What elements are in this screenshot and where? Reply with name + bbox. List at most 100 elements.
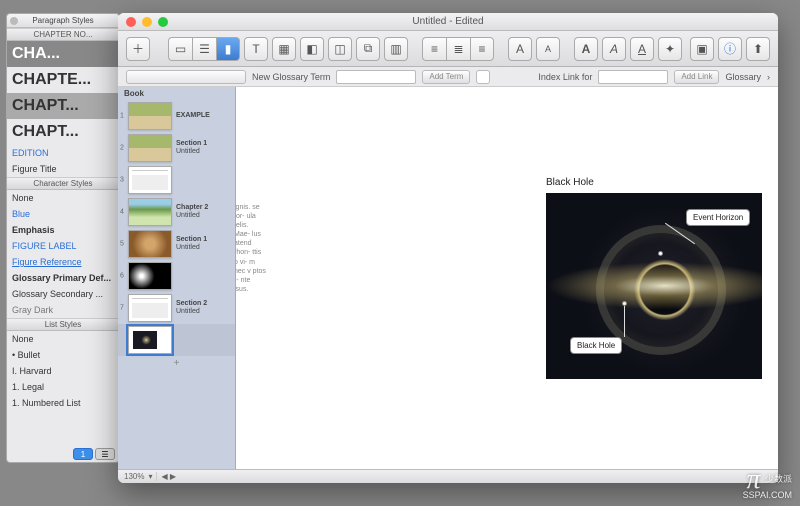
char-style-figure-ref[interactable]: Figure Reference — [7, 254, 119, 270]
para-style-row[interactable]: CHA... — [7, 41, 119, 67]
outline-page-item[interactable]: ▾1EXAMPLE — [118, 100, 235, 132]
font-bigger-icon[interactable]: A — [508, 37, 532, 61]
glossary-term-input[interactable] — [336, 70, 416, 84]
list-style-legal[interactable]: 1. Legal — [7, 379, 119, 395]
add-button[interactable]: ＋ — [126, 37, 150, 61]
shapes-icon[interactable]: ◧ — [300, 37, 324, 61]
outline-page-item[interactable]: ▾5Section 1Untitled — [118, 228, 235, 260]
para-style-edition[interactable]: EDITION — [7, 145, 119, 161]
style-underline-icon[interactable]: A — [630, 37, 654, 61]
pi-logo-icon: π — [746, 470, 760, 490]
page-outline-panel: ▾Book ▾1EXAMPLE▾2Section 1Untitled▾3▾4Ch… — [118, 87, 236, 469]
view-outline-icon[interactable]: ☰ — [192, 37, 216, 61]
para-style-figure-title[interactable]: Figure Title — [7, 161, 119, 177]
font-smaller-icon[interactable]: A — [536, 37, 560, 61]
figure-caption[interactable]: Black Hole — [546, 177, 594, 188]
page-nav[interactable]: ◀ ▶ — [156, 472, 180, 481]
effects-icon[interactable]: ✦ — [658, 37, 682, 61]
callout-black-hole[interactable]: Black Hole — [570, 337, 622, 354]
page-thumbnail[interactable] — [128, 294, 172, 322]
align-group: ≡ ≣ ≡ — [422, 37, 494, 61]
zoom-button[interactable] — [158, 17, 168, 27]
outline-page-item[interactable]: ▾2Section 1Untitled — [118, 132, 235, 164]
page-thumbnail[interactable] — [128, 102, 172, 130]
index-link-input[interactable] — [598, 70, 668, 84]
align-right-icon[interactable]: ≡ — [470, 37, 494, 61]
para-style-row[interactable]: CHAPT... — [7, 119, 119, 145]
palette-close-button[interactable] — [10, 17, 18, 25]
list-style-numbered[interactable]: 1. Numbered List — [7, 395, 119, 411]
char-style-glossary-primary[interactable]: Glossary Primary Def... — [7, 270, 119, 286]
char-style-figure-label[interactable]: FIGURE LABEL — [7, 238, 119, 254]
page-label: Section 1Untitled — [176, 236, 231, 251]
view-mode-group: ▭ ☰ ▮ — [168, 37, 240, 61]
palette-seg-count[interactable]: 1 — [73, 448, 93, 460]
publish-icon[interactable]: ⬆ — [746, 37, 770, 61]
list-style-bullet[interactable]: • Bullet — [7, 347, 119, 363]
text-box-icon[interactable]: T — [244, 37, 268, 61]
zoom-level[interactable]: 130% — [124, 472, 144, 481]
callout-anchor-dot[interactable] — [658, 251, 663, 256]
chart-icon[interactable]: ◫ — [328, 37, 352, 61]
align-center-icon[interactable]: ≣ — [446, 37, 470, 61]
page-thumbnail[interactable] — [128, 198, 172, 226]
align-left-icon[interactable]: ≡ — [422, 37, 446, 61]
page-number: 2 — [120, 145, 124, 152]
index-link-label: Index Link for — [538, 72, 592, 82]
para-style-row[interactable]: CHAPT... — [7, 93, 119, 119]
new-glossary-label: New Glossary Term — [252, 72, 330, 82]
outline-page-item[interactable]: ▾6 — [118, 260, 235, 292]
page-thumbnail[interactable] — [128, 326, 172, 354]
char-style-blue[interactable]: Blue — [7, 206, 119, 222]
add-link-button[interactable]: Add Link — [674, 70, 719, 84]
add-page-button[interactable]: + — [118, 356, 235, 371]
char-style-none[interactable]: None — [7, 190, 119, 206]
callout-anchor-dot[interactable] — [622, 301, 627, 306]
outline-page-item[interactable]: ▾ — [118, 324, 235, 356]
window-title: Untitled - Edited — [118, 13, 778, 31]
view-page-icon[interactable]: ▮ — [216, 37, 240, 61]
char-style-glossary-secondary[interactable]: Glossary Secondary ... — [7, 286, 119, 302]
chevron-right-icon[interactable]: › — [767, 72, 770, 82]
char-style-emphasis[interactable]: Emphasis — [7, 222, 119, 238]
document-canvas[interactable]: ignis. se tor- ula felis. Mae- lus atend… — [236, 87, 778, 469]
outline-page-item[interactable]: ▾7Section 2Untitled — [118, 292, 235, 324]
traffic-lights — [126, 17, 168, 27]
callout-leader — [624, 305, 625, 337]
callout-event-horizon[interactable]: Event Horizon — [686, 209, 750, 226]
chapter-no-header[interactable]: CHAPTER NO... — [7, 28, 119, 41]
page-thumbnail[interactable] — [128, 262, 172, 290]
book-header[interactable]: ▾Book — [118, 87, 235, 100]
zoom-chevron-icon[interactable]: ▾ — [148, 472, 152, 481]
strip-segmented[interactable] — [126, 70, 246, 84]
list-style-harvard[interactable]: I. Harvard — [7, 363, 119, 379]
window-titlebar[interactable]: Untitled - Edited — [118, 13, 778, 31]
preview-icon[interactable]: ▣ — [690, 37, 714, 61]
outline-page-item[interactable]: ▾4Chapter 2Untitled — [118, 196, 235, 228]
strip-swatch[interactable] — [476, 70, 490, 84]
page-thumbnail[interactable] — [128, 134, 172, 162]
style-italic-icon[interactable]: A — [602, 37, 626, 61]
media-icon[interactable]: ▥ — [384, 37, 408, 61]
text-fragment: ignis. se tor- ula felis. Mae- lus atend… — [236, 203, 266, 294]
minimize-button[interactable] — [142, 17, 152, 27]
para-style-row[interactable]: CHAPTE... — [7, 67, 119, 93]
close-button[interactable] — [126, 17, 136, 27]
palette-seg-list-icon[interactable]: ☰ — [95, 448, 115, 460]
outline-page-item[interactable]: ▾3 — [118, 164, 235, 196]
inspector-icon[interactable]: ⓘ — [718, 37, 742, 61]
widgets-icon[interactable]: ⧉ — [356, 37, 380, 61]
table-icon[interactable]: ▦ — [272, 37, 296, 61]
style-bold-icon[interactable]: A — [574, 37, 598, 61]
black-hole-figure[interactable]: Event Horizon Black Hole — [546, 193, 762, 379]
page-thumbnail[interactable] — [128, 230, 172, 258]
char-style-gray-dark[interactable]: Gray Dark — [7, 302, 119, 318]
view-single-icon[interactable]: ▭ — [168, 37, 192, 61]
glossary-button[interactable]: Glossary — [725, 72, 761, 82]
char-styles-header[interactable]: Character Styles — [7, 177, 119, 190]
palette-titlebar[interactable]: Paragraph Styles — [7, 14, 119, 28]
add-term-button[interactable]: Add Term — [422, 70, 470, 84]
list-style-none[interactable]: None — [7, 331, 119, 347]
list-styles-header[interactable]: List Styles — [7, 318, 119, 331]
page-thumbnail[interactable] — [128, 166, 172, 194]
